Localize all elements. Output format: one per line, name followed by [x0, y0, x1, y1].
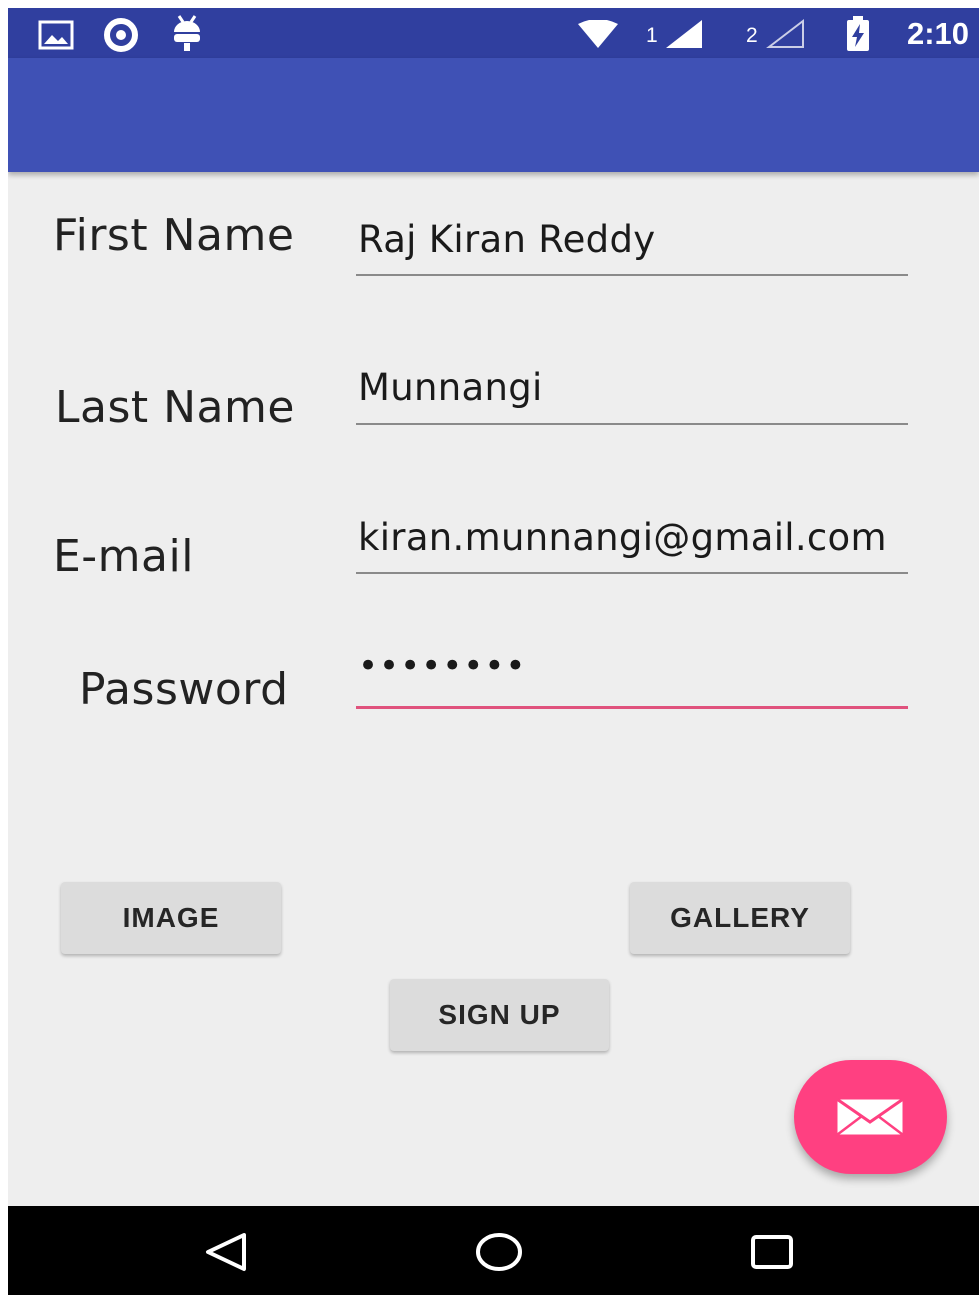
- back-icon[interactable]: [204, 1232, 248, 1272]
- mail-icon: [836, 1098, 904, 1136]
- password-label: Password: [79, 664, 289, 715]
- status-time: 2:10: [906, 16, 969, 51]
- email-label: E-mail: [53, 531, 194, 582]
- sim1-label: 1: [646, 24, 658, 47]
- battery-charging-icon: [847, 16, 869, 51]
- gallery-button[interactable]: GALLERY: [630, 882, 850, 954]
- last-name-label: Last Name: [55, 382, 295, 433]
- recents-icon[interactable]: [750, 1234, 794, 1270]
- status-bar: 1 2 2:10: [8, 8, 979, 58]
- last-name-value: Munnangi: [358, 366, 543, 409]
- gallery-notification-icon: [38, 20, 74, 50]
- app-screen: 1 2 2:10 First Name Raj Kiran Reddy Last…: [8, 8, 979, 1295]
- image-button[interactable]: IMAGE: [61, 882, 281, 954]
- home-icon[interactable]: [475, 1232, 523, 1272]
- first-name-label: First Name: [53, 210, 295, 261]
- email-input[interactable]: kiran.munnangi@gmail.com: [356, 508, 908, 574]
- password-input[interactable]: ••••••••: [356, 640, 908, 709]
- navigation-bar: [8, 1206, 979, 1295]
- mail-fab-button[interactable]: [794, 1060, 947, 1174]
- wifi-icon: [578, 20, 618, 48]
- app-notification-icon: [104, 18, 138, 52]
- sim2-label: 2: [746, 24, 758, 47]
- signal-sim1-icon: [666, 20, 702, 48]
- sign-up-button[interactable]: SIGN UP: [390, 979, 609, 1051]
- android-debug-icon: [174, 15, 200, 51]
- signal-sim2-icon: [766, 18, 804, 48]
- password-value: ••••••••: [358, 646, 527, 686]
- first-name-input[interactable]: Raj Kiran Reddy: [356, 208, 908, 276]
- app-bar: [8, 58, 979, 172]
- last-name-input[interactable]: Munnangi: [356, 358, 908, 425]
- first-name-value: Raj Kiran Reddy: [358, 218, 656, 261]
- email-value: kiran.munnangi@gmail.com: [358, 516, 887, 559]
